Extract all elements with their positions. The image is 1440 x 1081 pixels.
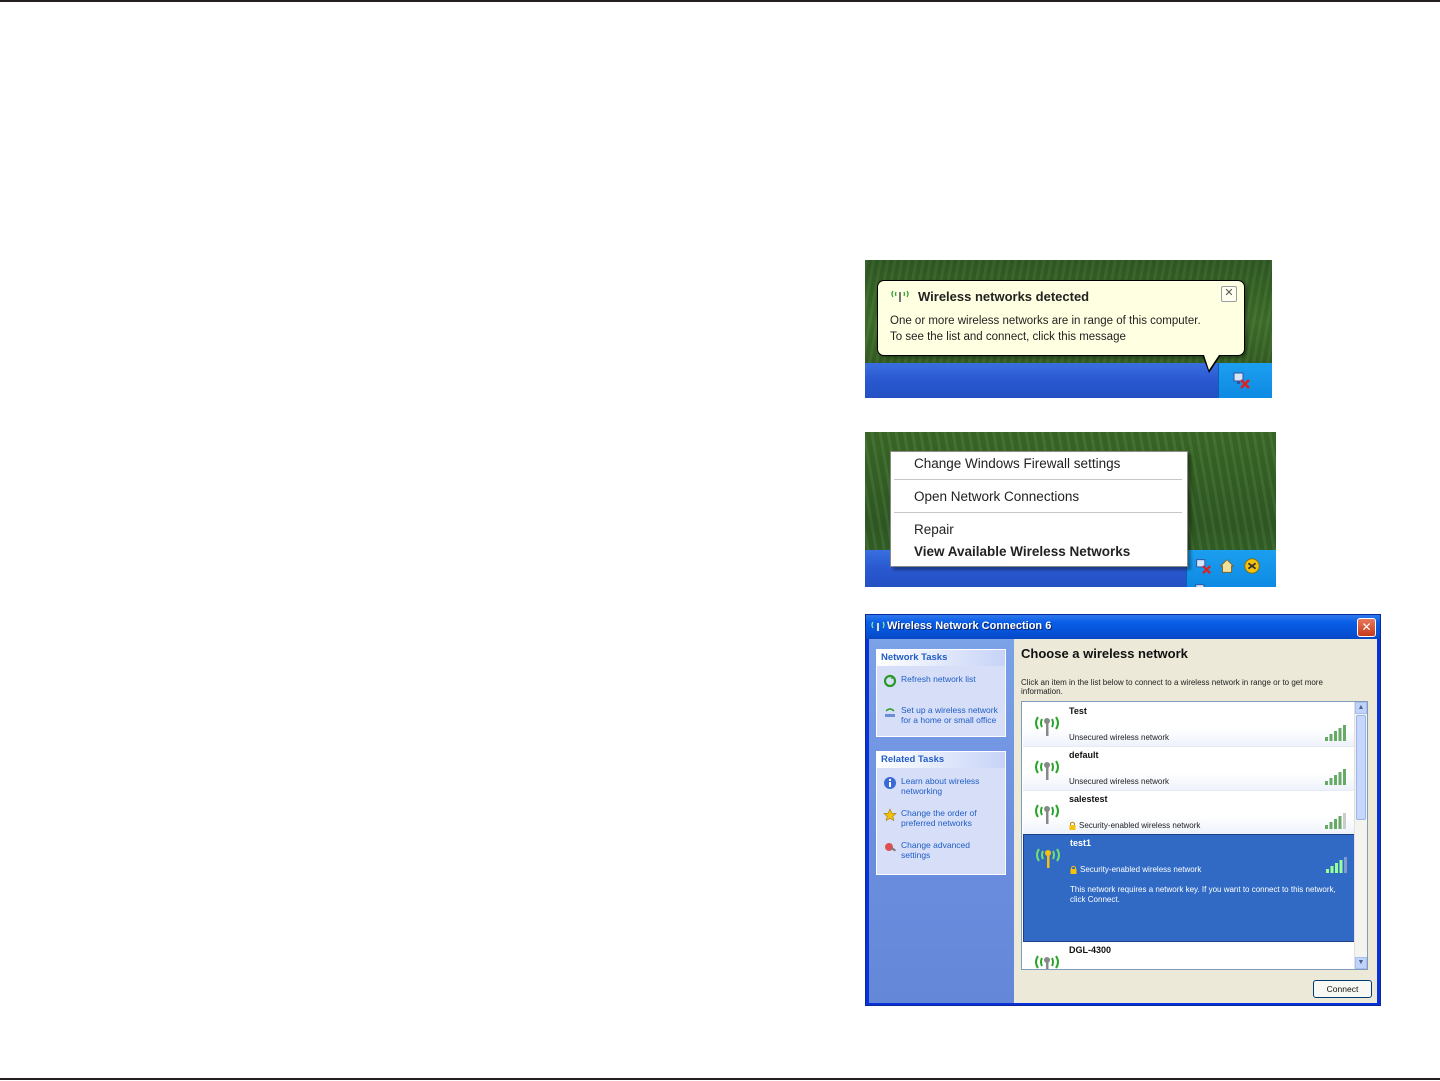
balloon-close-button[interactable]: ✕ [1221,286,1237,302]
signal-strength-icon [1325,769,1346,785]
wireless-icon [871,621,885,631]
wireless-connection-dialog: Wireless Network Connection 6 ✕ Network … [865,614,1381,1006]
lock-icon [1070,865,1077,874]
connect-button[interactable]: Connect [1313,980,1372,998]
change-preferred-order-label: Change the order of preferred networks [901,808,977,828]
scroll-up-icon[interactable]: ▲ [1355,702,1367,714]
settings-icon [885,843,897,852]
wireless-antenna-icon [1036,848,1060,868]
balloon-message: One or more wireless networks are in ran… [890,313,1240,345]
wireless-setup-icon [885,708,895,717]
refresh-network-list-label: Refresh network list [901,674,976,684]
scroll-thumb[interactable] [1356,715,1366,820]
related-tasks-panel: Related Tasks Learn about wireless netwo… [876,751,1006,875]
network-description: This network requires a network key. If … [1070,885,1336,904]
setup-wireless-network-label: Set up a wireless network for a home or … [901,705,998,725]
network-status: Security-enabled wireless network [1070,865,1201,874]
network-item[interactable]: DGL-4300 [1023,942,1355,969]
context-menu-screenshot: Change Windows Firewall settings Open Ne… [865,432,1276,587]
balloon-title: Wireless networks detected [918,289,1090,304]
network-disconnected-tray-icon[interactable] [1231,370,1251,390]
wireless-antenna-icon [1035,760,1059,780]
network-disconnected-icon[interactable] [1194,556,1212,576]
network-item-selected[interactable]: test1 Security-enabled wireless network … [1023,834,1357,942]
signal-strength-icon [1325,813,1346,829]
signal-strength-icon [1325,725,1346,741]
network-status: Security-enabled wireless network [1069,821,1200,830]
balloon-tail [1203,352,1221,370]
lock-icon [1069,821,1076,830]
network-status-text: Unsecured wireless network [1069,733,1170,742]
task-sidebar: Network Tasks Refresh network list Set u… [869,639,1014,1003]
menu-item-change-firewall[interactable]: Change Windows Firewall settings [914,456,1120,471]
wireless-detected-balloon[interactable]: Wireless networks detected ✕ One or more… [877,280,1245,356]
network-name: default [1069,750,1099,760]
wireless-antenna-icon [1035,955,1059,969]
change-advanced-settings-label: Change advanced settings [901,840,971,860]
setup-wireless-network-link[interactable]: Set up a wireless network for a home or … [883,705,1001,725]
network-status-text: Security-enabled wireless network [1080,865,1202,874]
dialog-title: Wireless Network Connection 6 [887,620,1052,632]
top-rule [0,0,1440,2]
network-name: salestest [1069,794,1108,804]
related-tasks-header: Related Tasks [877,752,1005,768]
security-shield-icon[interactable] [1243,556,1261,576]
change-advanced-settings-link[interactable]: Change advanced settings [883,840,1001,860]
network-item[interactable]: default Unsecured wireless network [1023,747,1355,791]
balloon-message-line2: To see the list and connect, click this … [890,331,1126,343]
learn-wireless-link[interactable]: Learn about wireless networking [883,776,1001,796]
instructions: Click an item in the list below to conne… [1021,678,1323,696]
network-tasks-header: Network Tasks [877,650,1005,666]
menu-item-open-connections[interactable]: Open Network Connections [914,489,1079,504]
main-title: Choose a wireless network [1021,646,1188,661]
network-item[interactable]: Test Unsecured wireless network [1023,703,1355,747]
network-name: Test [1069,706,1087,716]
balloon-message-line1: One or more wireless networks are in ran… [890,315,1201,327]
bottom-rule [0,1078,1440,1080]
menu-item-view-wireless-networks[interactable]: View Available Wireless Networks [914,544,1130,559]
title-bar[interactable]: Wireless Network Connection 6 ✕ [866,615,1380,639]
network-item[interactable]: salestest Security-enabled wireless netw… [1023,791,1355,835]
home-network-icon[interactable] [1218,556,1236,576]
change-preferred-order-link[interactable]: Change the order of preferred networks [883,808,1001,828]
main-panel: Choose a wireless network Click an item … [1014,639,1377,1003]
balloon-screenshot: Wireless networks detected ✕ One or more… [865,260,1272,398]
tray-icons [1194,556,1276,587]
network-status-text: Unsecured wireless network [1069,777,1170,786]
network-status: Unsecured wireless network [1069,777,1169,786]
network-status-text: Security-enabled wireless network [1079,821,1201,830]
menu-item-repair[interactable]: Repair [914,522,954,537]
network-tasks-panel: Network Tasks Refresh network list Set u… [876,649,1006,737]
network-context-menu: Change Windows Firewall settings Open Ne… [890,451,1188,567]
network-name: test1 [1070,838,1092,848]
network-list-scrollbar[interactable]: ▲ ▼ [1354,702,1367,969]
network-list: Test Unsecured wireless network default … [1021,701,1368,970]
star-icon [883,808,897,822]
learn-wireless-label: Learn about wireless networking [901,776,980,796]
network-name: DGL-4300 [1069,945,1112,955]
menu-separator [894,512,1182,513]
info-icon [884,777,896,789]
menu-separator [894,479,1182,480]
wireless-antenna-icon [1035,804,1059,824]
wireless-icon [891,290,909,302]
refresh-network-list-link[interactable]: Refresh network list [883,674,1001,688]
network-status: Unsecured wireless network [1069,733,1169,742]
network-disconnected-icon-2[interactable] [1194,581,1212,587]
scroll-down-icon[interactable]: ▼ [1355,957,1367,969]
refresh-icon [883,674,897,688]
close-button[interactable]: ✕ [1357,618,1376,637]
signal-strength-icon [1326,857,1347,873]
wireless-antenna-icon [1035,716,1059,736]
